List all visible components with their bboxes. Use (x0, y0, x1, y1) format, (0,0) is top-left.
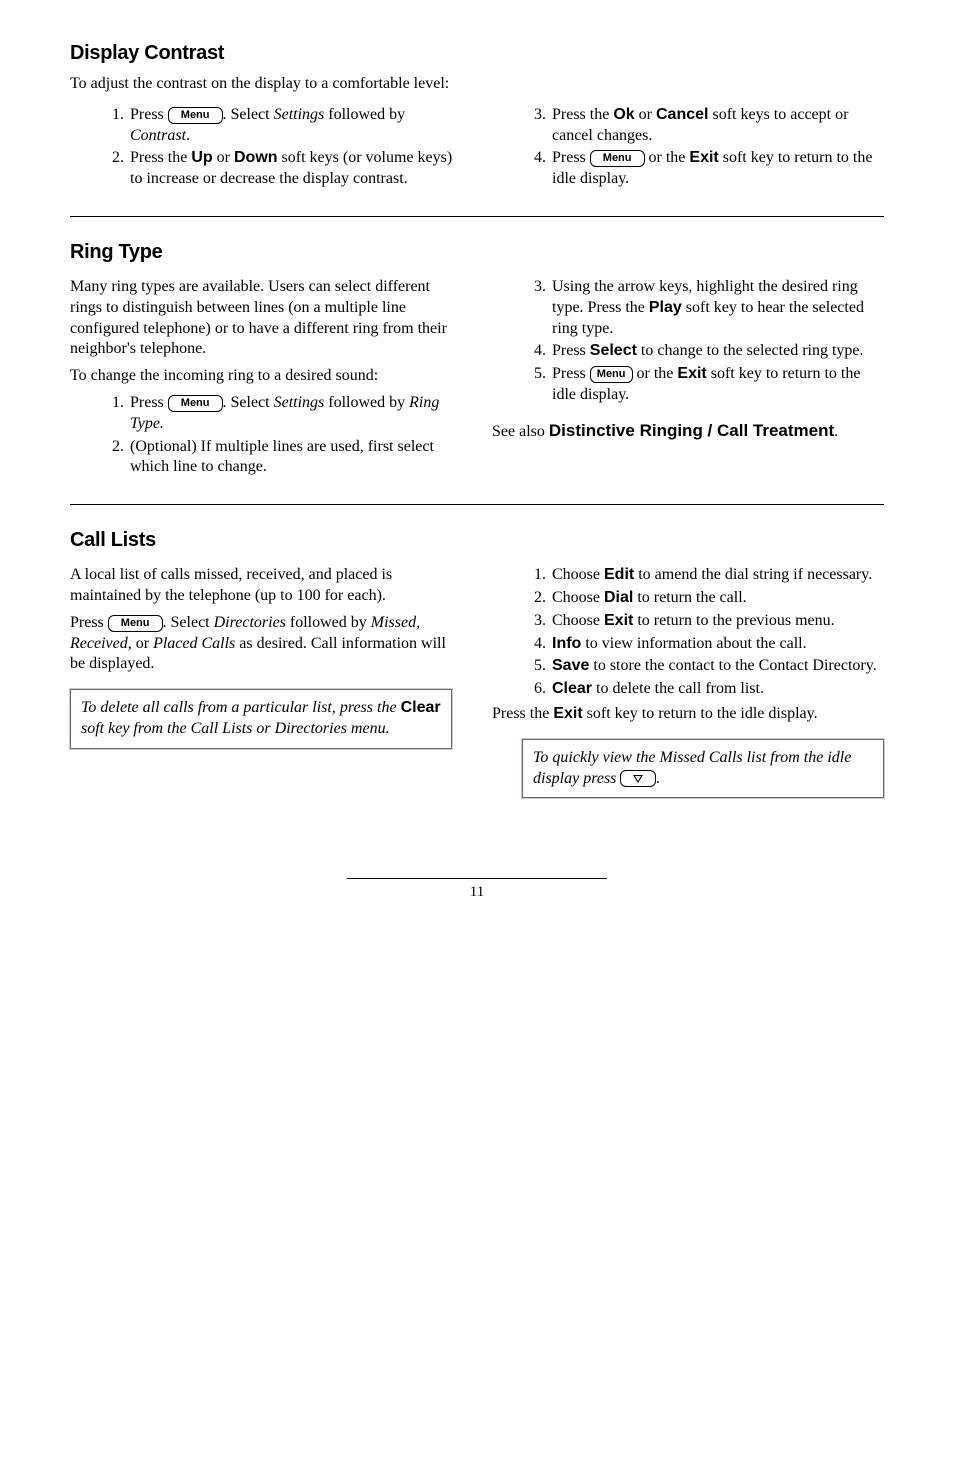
list-item: Press Menu or the Exit soft key to retur… (550, 148, 884, 190)
intro-text: Many ring types are available. Users can… (70, 277, 462, 360)
heading-display-contrast: Display Contrast (70, 40, 884, 66)
play-softkey-label: Play (649, 299, 682, 316)
menu-icon: Menu (168, 107, 223, 124)
heading-call-lists: Call Lists (70, 527, 884, 553)
page-footer: 11 (70, 878, 884, 903)
tip-box: To quickly view the Missed Calls list fr… (522, 739, 884, 799)
heading-ring-type: Ring Type (70, 239, 884, 265)
body-text: Press Menu. Select Directories followed … (70, 613, 462, 675)
list-item: Press Menu or the Exit soft key to retur… (550, 364, 884, 406)
section-ring-type: Ring Type Many ring types are available.… (70, 239, 884, 480)
body-text: Press the Exit soft key to return to the… (492, 704, 884, 725)
intro-text: To change the incoming ring to a desired… (70, 366, 462, 387)
ok-softkey-label: Ok (613, 106, 634, 123)
menu-icon: Menu (168, 395, 223, 412)
list-item: (Optional) If multiple lines are used, f… (128, 437, 462, 479)
section-call-lists: Call Lists A local list of calls missed,… (70, 527, 884, 798)
list-item: Choose Dial to return the call. (550, 588, 884, 609)
exit-softkey-label: Exit (677, 365, 706, 382)
section-display-contrast: Display Contrast To adjust the contrast … (70, 40, 884, 192)
clear-softkey-label: Clear (401, 699, 441, 716)
intro-text: To adjust the contrast on the display to… (70, 74, 884, 95)
exit-softkey-label: Exit (689, 149, 718, 166)
list-item: Info to view information about the call. (550, 634, 884, 655)
intro-text: A local list of calls missed, received, … (70, 565, 462, 607)
exit-softkey-label: Exit (553, 705, 582, 722)
info-softkey-label: Info (552, 635, 581, 652)
up-softkey-label: Up (191, 149, 212, 166)
divider (70, 216, 884, 217)
see-also: See also Distinctive Ringing / Call Trea… (492, 420, 884, 443)
page-number: 11 (470, 884, 484, 900)
edit-softkey-label: Edit (604, 566, 634, 583)
menu-icon: Menu (590, 366, 633, 383)
list-item: Clear to delete the call from list. (550, 679, 884, 700)
list-item: Choose Exit to return to the previous me… (550, 611, 884, 632)
dial-softkey-label: Dial (604, 589, 633, 606)
clear-softkey-label: Clear (552, 680, 592, 697)
list-item: Save to store the contact to the Contact… (550, 656, 884, 677)
menu-icon: Menu (108, 615, 163, 632)
down-softkey-label: Down (234, 149, 278, 166)
exit-softkey-label: Exit (604, 612, 633, 629)
select-softkey-label: Select (590, 342, 637, 359)
list-item: Press Select to change to the selected r… (550, 341, 884, 362)
list-item: Press Menu. Select Settings followed by … (128, 393, 462, 435)
list-item: Choose Edit to amend the dial string if … (550, 565, 884, 586)
divider (70, 504, 884, 505)
list-item: Press the Up or Down soft keys (or volum… (128, 148, 462, 190)
menu-icon: Menu (590, 150, 645, 167)
list-item: Press the Ok or Cancel soft keys to acce… (550, 105, 884, 147)
tip-box: To delete all calls from a particular li… (70, 689, 452, 749)
save-softkey-label: Save (552, 657, 589, 674)
list-item: Press Menu. Select Settings followed by … (128, 105, 462, 147)
list-item: Using the arrow keys, highlight the desi… (550, 277, 884, 339)
cancel-softkey-label: Cancel (656, 106, 708, 123)
down-arrow-icon (620, 770, 656, 787)
